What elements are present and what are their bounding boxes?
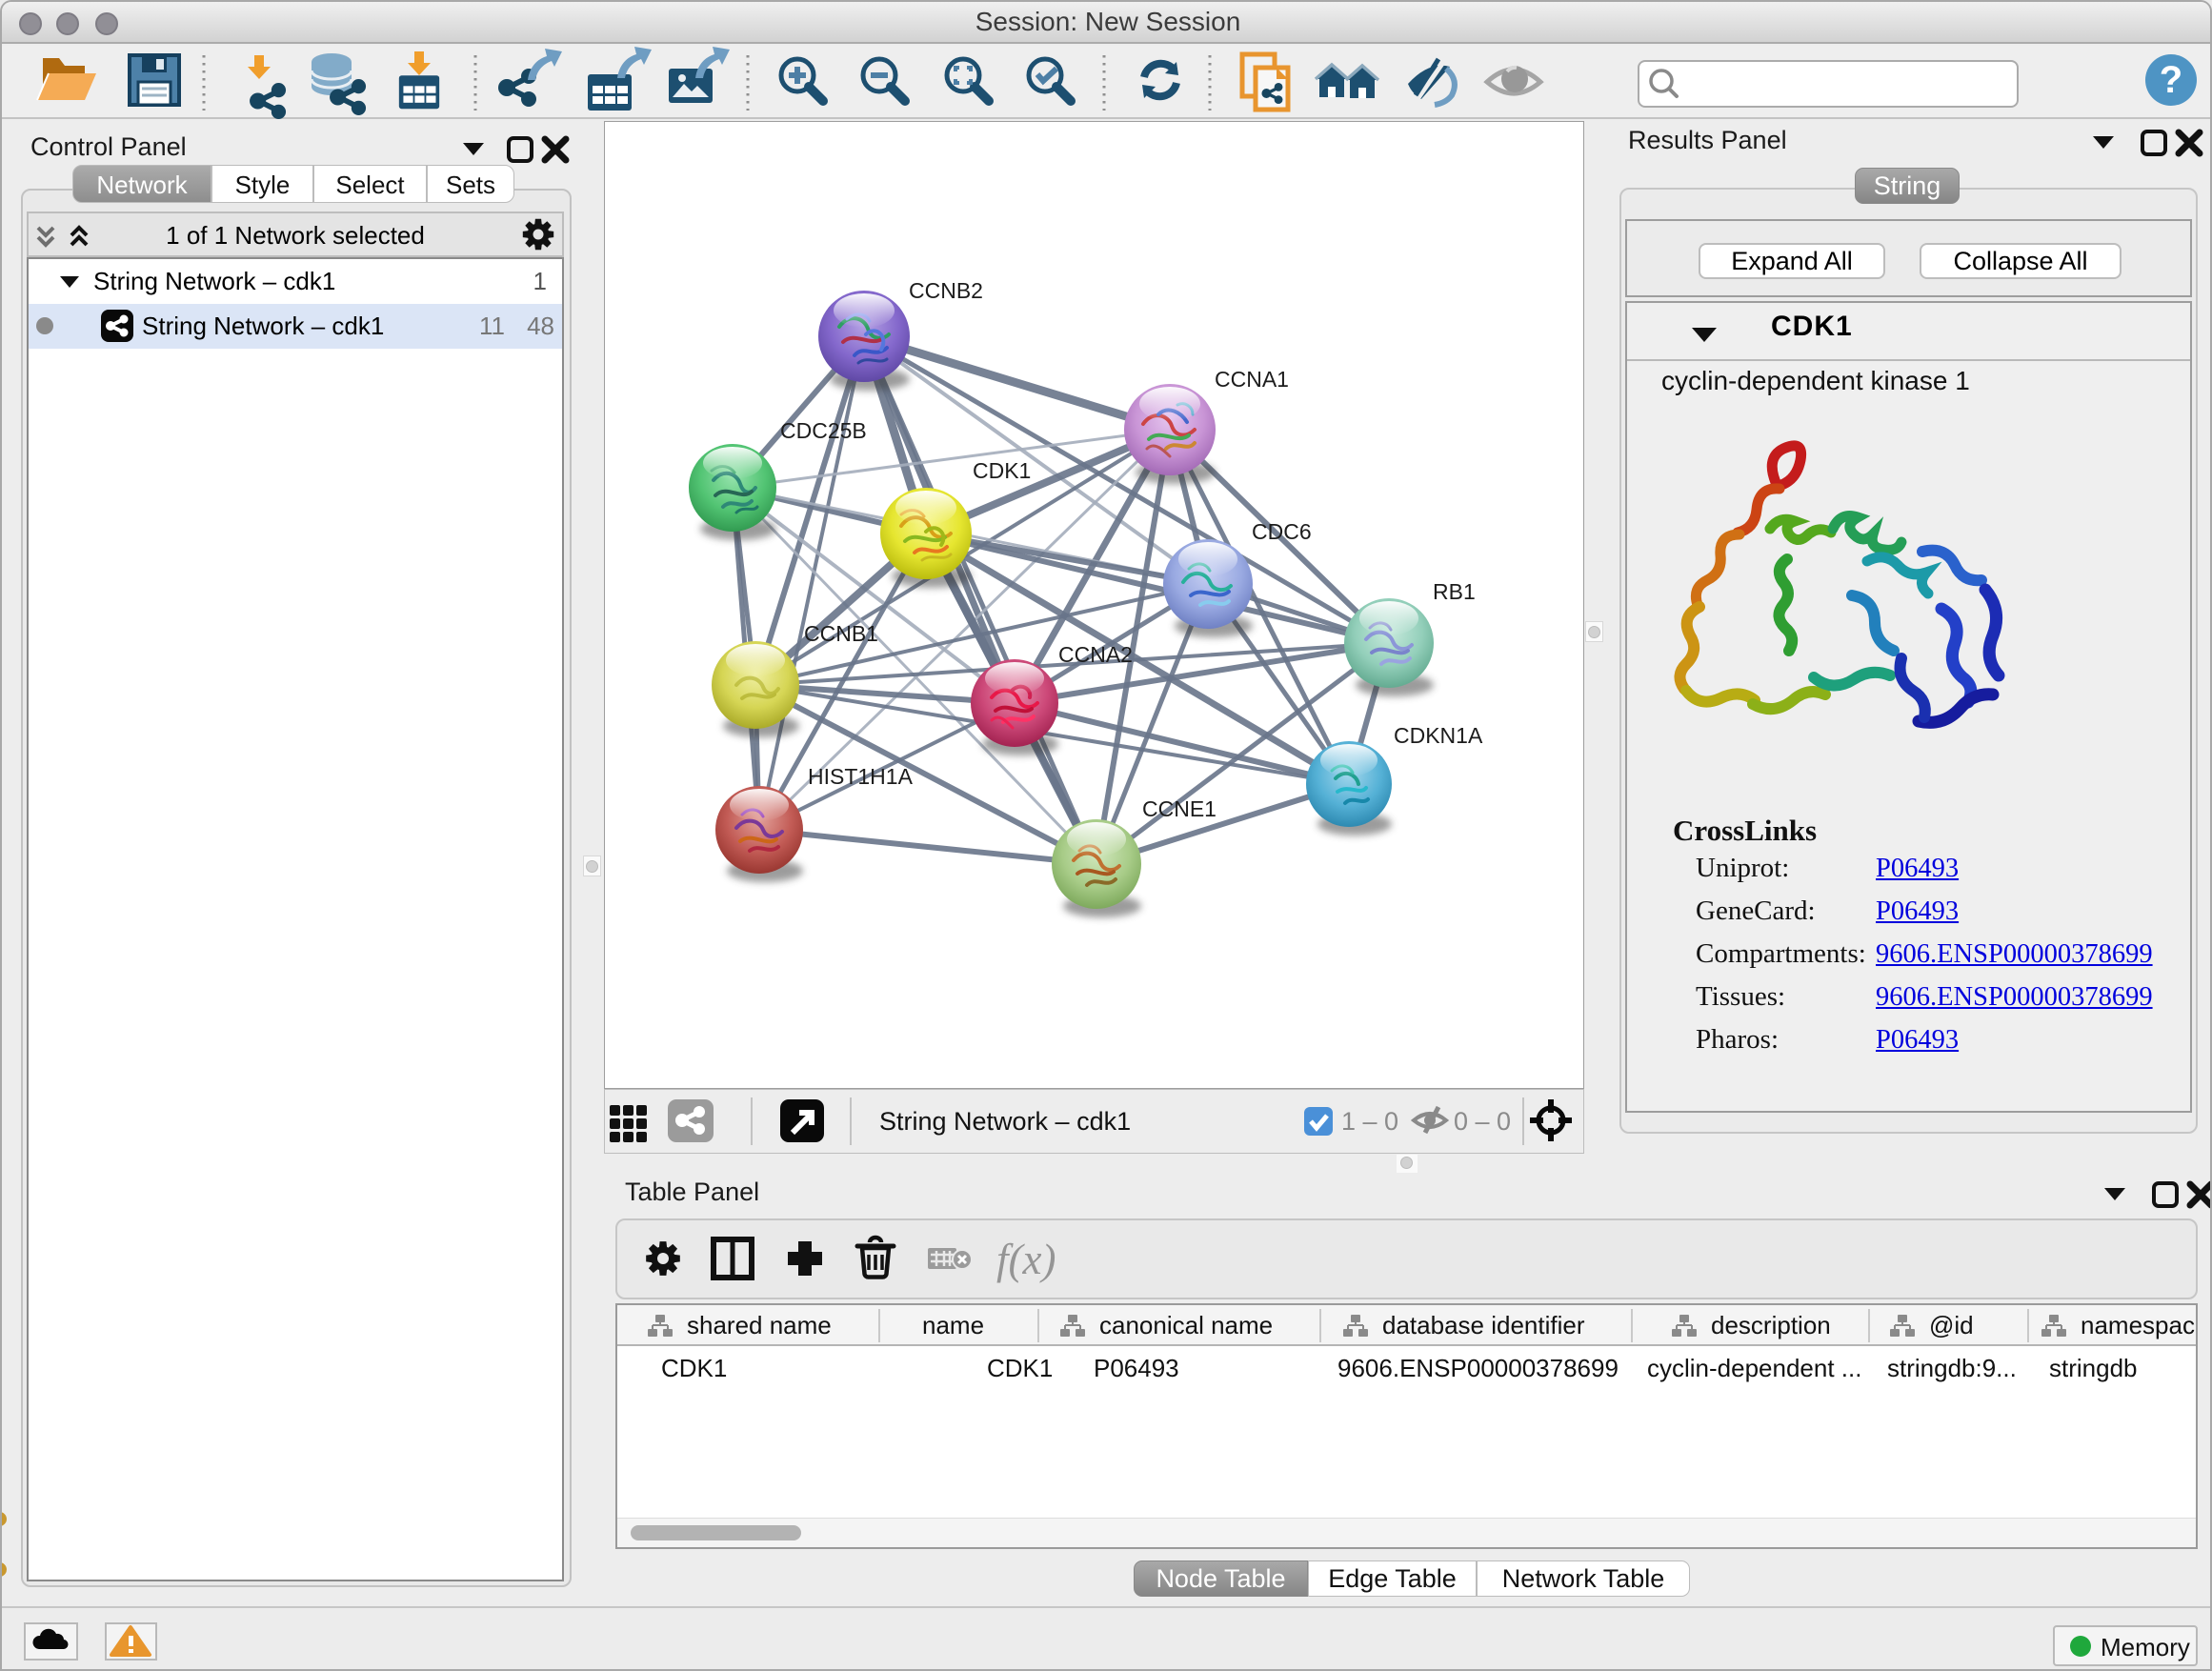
svg-text:name: name xyxy=(922,1311,984,1339)
svg-text:@id: @id xyxy=(1929,1311,1974,1339)
svg-text:CCNB1: CCNB1 xyxy=(804,621,878,646)
svg-text:description: description xyxy=(1711,1311,1831,1339)
svg-text:CCNA1: CCNA1 xyxy=(1215,367,1289,392)
svg-text:CDKN1A: CDKN1A xyxy=(1394,723,1483,748)
svg-text:CDC6: CDC6 xyxy=(1252,519,1312,544)
svg-text:0 – 0: 0 – 0 xyxy=(1454,1107,1511,1136)
svg-text:shared name: shared name xyxy=(687,1311,832,1339)
svg-text:1 – 0: 1 – 0 xyxy=(1341,1107,1398,1136)
svg-text:CCNA2: CCNA2 xyxy=(1058,642,1133,667)
svg-text:CDC25B: CDC25B xyxy=(780,418,867,443)
svg-text:RB1: RB1 xyxy=(1433,579,1476,604)
svg-text:canonical name: canonical name xyxy=(1099,1311,1273,1339)
svg-text:?: ? xyxy=(2160,59,2182,101)
svg-text:f(x): f(x) xyxy=(996,1236,1056,1283)
svg-text:HIST1H1A: HIST1H1A xyxy=(808,764,914,789)
svg-text:String Network – cdk1: String Network – cdk1 xyxy=(879,1107,1131,1136)
svg-text:namespac: namespac xyxy=(2081,1311,2195,1339)
svg-text:CCNE1: CCNE1 xyxy=(1142,796,1217,821)
svg-text:database identifier: database identifier xyxy=(1382,1311,1585,1339)
svg-text:CDK1: CDK1 xyxy=(973,458,1031,483)
svg-text:CCNB2: CCNB2 xyxy=(909,278,983,303)
